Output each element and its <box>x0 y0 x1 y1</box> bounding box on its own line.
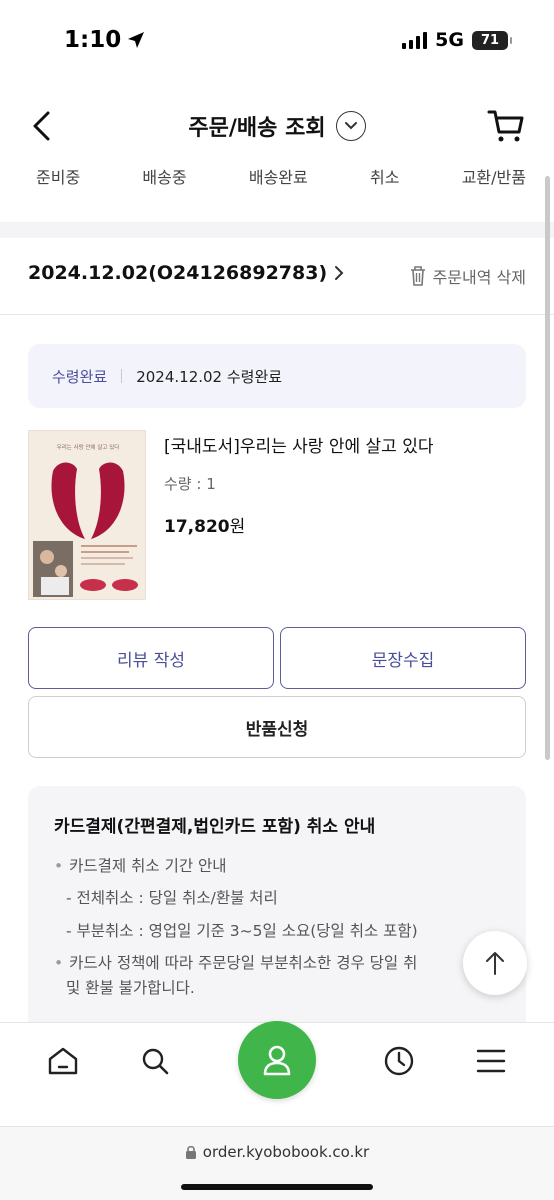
status-indicators: 5G 71 <box>402 29 512 51</box>
status-text: 2024.12.02 수령완료 <box>136 367 283 386</box>
cover-title: 우리는 사랑 안에 살고 있다 <box>57 443 120 451</box>
price-value: 17,820 <box>164 517 230 537</box>
url-display[interactable]: order.kyobobook.co.kr <box>0 1143 554 1161</box>
cart-icon <box>487 110 524 142</box>
book-cover-image[interactable]: 우리는 사랑 안에 살고 있다 <box>28 430 146 600</box>
title-selector[interactable]: 주문/배송 조회 <box>0 110 554 142</box>
scroll-to-top-button[interactable] <box>463 931 527 995</box>
nav-menu[interactable] <box>473 1043 509 1079</box>
battery-level: 71 <box>480 32 500 48</box>
browser-address-bar: order.kyobobook.co.kr <box>0 1126 554 1200</box>
header: 주문/배송 조회 <box>0 96 554 156</box>
delete-order-label: 주문내역 삭제 <box>432 268 526 287</box>
scrollbar[interactable] <box>545 176 550 760</box>
location-arrow-icon <box>128 32 145 48</box>
url-text: order.kyobobook.co.kr <box>202 1143 370 1161</box>
product-quantity: 수량 : 1 <box>164 475 216 493</box>
status-badge: 수령완료 <box>52 367 108 386</box>
write-review-button[interactable]: 리뷰 작성 <box>28 627 274 689</box>
nav-search[interactable] <box>137 1043 173 1079</box>
user-icon <box>263 1045 291 1076</box>
home-icon <box>48 1047 78 1075</box>
status-time: 1:10 <box>64 27 145 53</box>
cart-button[interactable] <box>486 106 526 146</box>
return-request-button[interactable]: 반품신청 <box>28 696 526 758</box>
notice-line: - 전체취소 : 당일 취소/환불 처리 <box>66 889 278 908</box>
book-cover-art: 우리는 사랑 안에 살고 있다 <box>29 431 145 599</box>
status-tabs: 준비중 배송중 배송완료 취소 교환/반품 <box>0 164 554 192</box>
search-icon <box>142 1048 169 1075</box>
nav-home[interactable] <box>45 1043 81 1079</box>
notice-title: 카드결제(간편결제,법인카드 포함) 취소 안내 <box>54 817 376 837</box>
page-title: 주문/배송 조회 <box>188 116 326 141</box>
status-bar: 1:10 5G 71 <box>0 0 554 84</box>
arrow-up-icon <box>486 952 504 975</box>
status-separator <box>121 369 123 383</box>
chevron-down-icon <box>344 122 357 130</box>
trash-icon <box>410 266 425 286</box>
tab-exchange-return[interactable]: 교환/반품 <box>462 164 526 192</box>
notice-line: - 부분취소 : 영업일 기준 3~5일 소요(당일 취소 포함) <box>66 921 418 940</box>
hamburger-menu-icon <box>476 1049 506 1073</box>
product-info: [국내도서]우리는 사랑 안에 살고 있다 수량 : 1 17,820원 <box>164 432 433 537</box>
tab-preparing[interactable]: 준비중 <box>36 164 80 192</box>
collect-sentence-button[interactable]: 문장수집 <box>280 627 526 689</box>
chevron-right-icon <box>335 266 344 280</box>
nav-recent[interactable] <box>381 1043 417 1079</box>
home-indicator[interactable] <box>181 1184 373 1190</box>
product-price: 17,820원 <box>164 512 433 537</box>
clock-text: 1:10 <box>64 27 122 53</box>
product-title[interactable]: [국내도서]우리는 사랑 안에 살고 있다 <box>164 432 433 457</box>
battery-icon: 71 <box>472 30 512 50</box>
order-id-link[interactable]: 2024.12.02(O24126892783) <box>28 262 345 284</box>
dropdown-button[interactable] <box>335 111 366 141</box>
clock-icon <box>384 1046 414 1076</box>
delete-order-button[interactable]: 주문내역 삭제 <box>409 264 526 288</box>
tab-delivered[interactable]: 배송완료 <box>249 164 308 192</box>
tab-shipping[interactable]: 배송중 <box>142 164 186 192</box>
bottom-nav <box>0 1021 554 1126</box>
divider <box>0 314 554 315</box>
tab-cancel[interactable]: 취소 <box>370 164 399 192</box>
network-type: 5G <box>435 29 464 51</box>
section-divider <box>0 222 554 238</box>
order-header: 2024.12.02(O24126892783) 주문내역 삭제 <box>0 258 554 296</box>
notice-line: 카드사 정책에 따라 주문당일 부분취소한 경우 당일 취 <box>54 952 526 974</box>
card-cancel-notice: 카드결제(간편결제,법인카드 포함) 취소 안내 카드결제 취소 기간 안내 -… <box>28 786 526 1046</box>
nav-my-page[interactable] <box>238 1021 316 1099</box>
notice-line: 카드결제 취소 기간 안내 <box>54 855 526 877</box>
order-id: 2024.12.02(O24126892783) <box>28 262 328 284</box>
lock-icon <box>185 1145 196 1159</box>
signal-icon <box>402 31 428 49</box>
price-currency: 원 <box>229 517 246 537</box>
product-item: 우리는 사랑 안에 살고 있다 [국내도서]우리는 사랑 안에 살고 있다 수량… <box>28 428 526 600</box>
notice-line: 및 환불 불가합니다. <box>66 978 195 997</box>
order-status-box: 수령완료 2024.12.02 수령완료 <box>28 344 526 408</box>
